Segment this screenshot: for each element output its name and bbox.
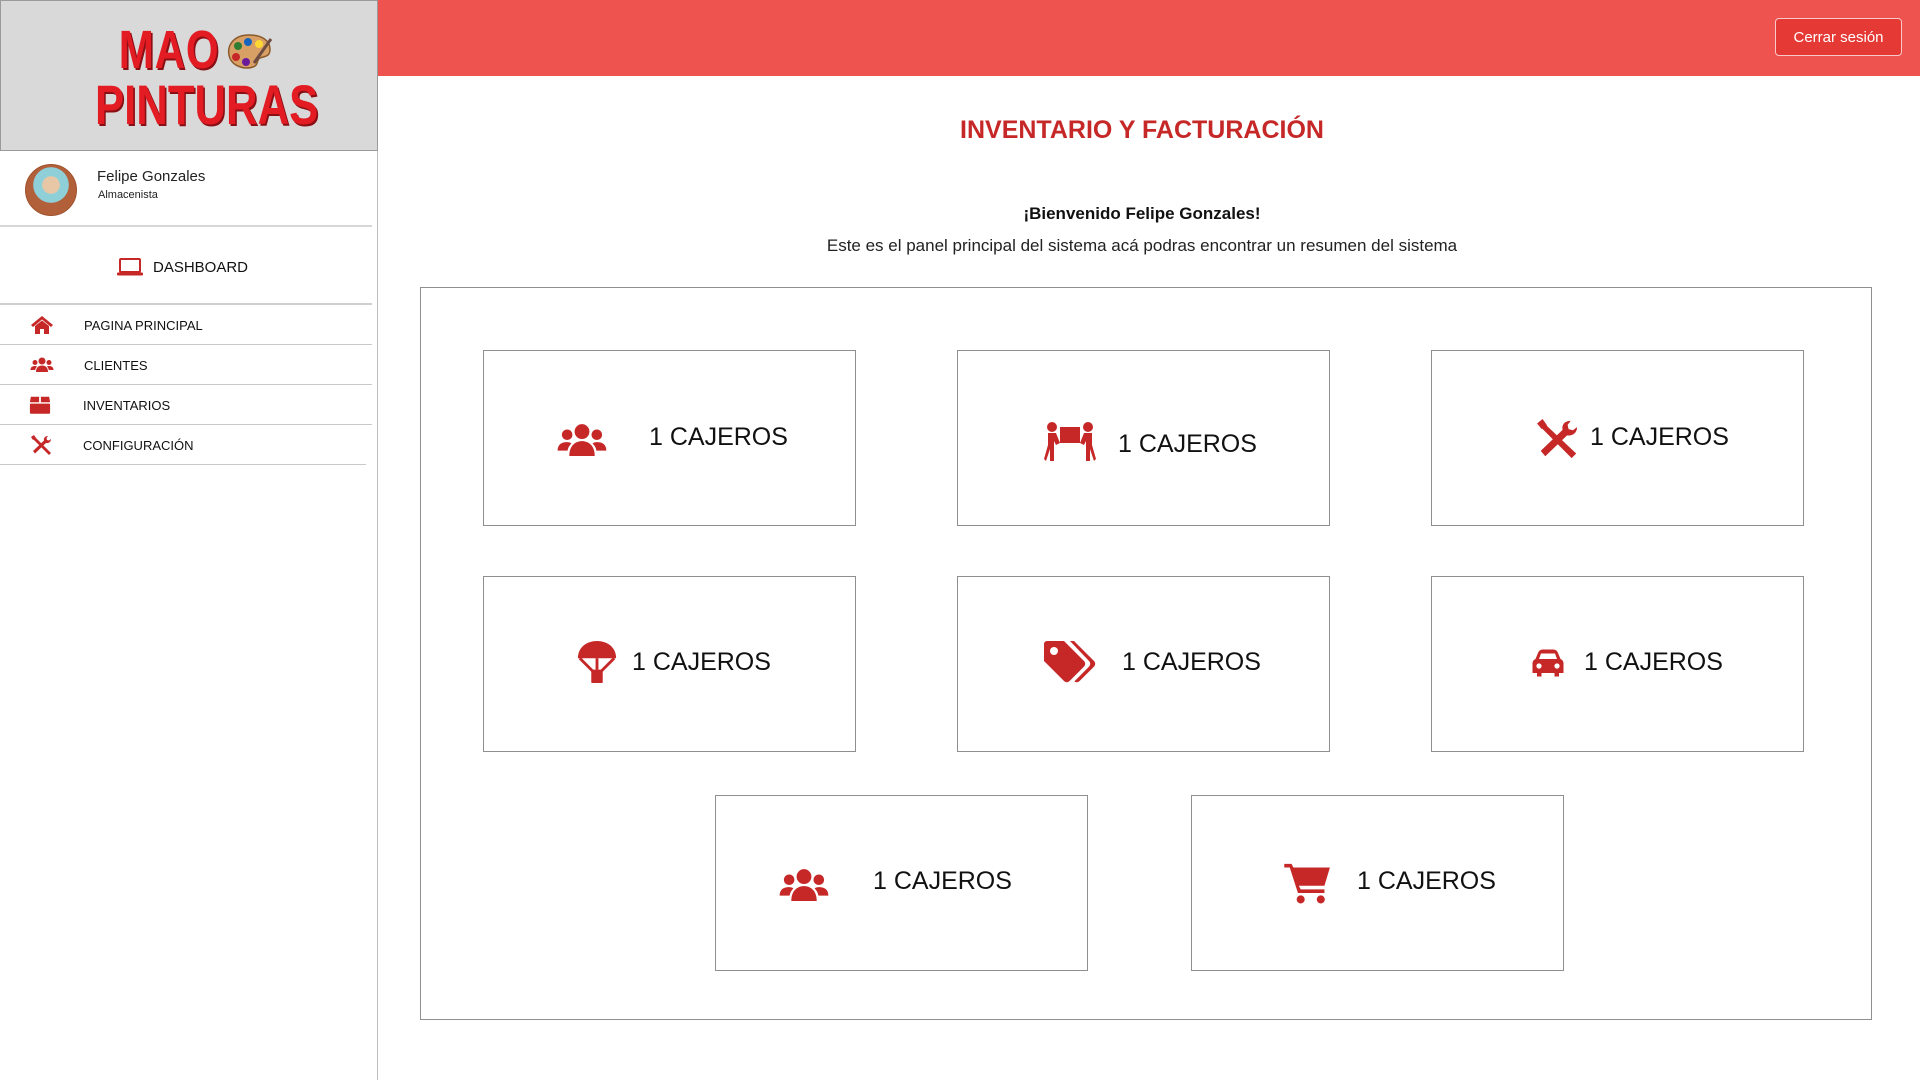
users-icon	[779, 869, 829, 901]
laptop-icon	[117, 258, 143, 276]
summary-card[interactable]: 1 CAJEROS	[957, 350, 1330, 526]
card-label: 1 CAJEROS	[649, 423, 788, 451]
sidebar-item-label: CLIENTES	[84, 358, 148, 373]
summary-card[interactable]: 1 CAJEROS	[957, 576, 1330, 752]
card-label: 1 CAJEROS	[1122, 648, 1261, 676]
card-label: 1 CAJEROS	[1584, 648, 1723, 676]
dashboard-label: DASHBOARD	[153, 259, 249, 276]
card-label: 1 CAJEROS	[632, 648, 771, 676]
user-role: Almacenista	[98, 189, 158, 201]
car-icon	[1532, 649, 1564, 677]
summary-card[interactable]: 1 CAJEROS	[1191, 795, 1564, 971]
logout-button[interactable]: Cerrar sesión	[1775, 18, 1902, 56]
sidebar-item-configuracion[interactable]: CONFIGURACIÓN	[0, 425, 366, 465]
summary-card[interactable]: 1 CAJEROS	[1431, 576, 1804, 752]
brand-logo[interactable]: MAO PINTURAS	[95, 20, 319, 136]
welcome-message: ¡Bienvenido Felipe Gonzales!	[1023, 204, 1261, 223]
user-profile: Felipe Gonzales Almacenista	[0, 151, 372, 227]
tools-icon	[1537, 419, 1578, 459]
parachute-box-icon	[577, 641, 617, 684]
card-label: 1 CAJEROS	[1357, 867, 1496, 895]
page-subtitle: Este es el panel principal del sistema a…	[826, 236, 1458, 255]
sidebar-item-pagina-principal[interactable]: PAGINA PRINCIPAL	[0, 305, 372, 345]
summary-card[interactable]: 1 CAJEROS	[483, 350, 856, 526]
tags-icon	[1044, 641, 1096, 683]
summary-card[interactable]: 1 CAJEROS	[715, 795, 1088, 971]
users-icon	[30, 357, 54, 372]
palette-icon	[227, 34, 272, 69]
sidebar-item-inventarios[interactable]: INVENTARIOS	[0, 385, 372, 425]
dashboard-link[interactable]: DASHBOARD	[0, 229, 372, 305]
avatar[interactable]	[25, 164, 77, 216]
summary-card[interactable]: 1 CAJEROS	[1431, 350, 1804, 526]
brand-logo-line1: MAO	[118, 20, 220, 80]
summary-panel: 1 CAJEROS 1 CAJEROS 1 CAJEROS 1 CAJEROS	[420, 287, 1872, 1020]
sidebar-nav: PAGINA PRINCIPAL CLIENTES INVENTARIOS CO…	[0, 305, 372, 465]
sidebar-item-label: INVENTARIOS	[83, 398, 171, 413]
page-title: INVENTARIO Y FACTURACIÓN	[960, 116, 1324, 144]
sidebar: MAO PINTURAS Felipe Gonzales Almacenista…	[0, 0, 378, 1080]
card-label: 1 CAJEROS	[1590, 423, 1729, 451]
card-label: 1 CAJEROS	[873, 867, 1012, 895]
sidebar-item-label: PAGINA PRINCIPAL	[84, 318, 203, 333]
top-bar: Cerrar sesión	[378, 0, 1920, 76]
box-icon	[29, 396, 51, 414]
cart-icon	[1284, 863, 1330, 904]
brand-logo-line2: PINTURAS	[95, 73, 319, 136]
logo-area: MAO PINTURAS	[0, 0, 378, 151]
users-icon	[557, 424, 607, 456]
summary-card[interactable]: 1 CAJEROS	[483, 576, 856, 752]
people-carry-icon	[1044, 422, 1096, 461]
tools-icon	[31, 435, 51, 455]
sidebar-item-clientes[interactable]: CLIENTES	[0, 345, 372, 385]
card-label: 1 CAJEROS	[1118, 430, 1257, 458]
sidebar-item-label: CONFIGURACIÓN	[83, 438, 194, 453]
user-name: Felipe Gonzales	[97, 168, 206, 185]
home-icon	[31, 316, 53, 334]
